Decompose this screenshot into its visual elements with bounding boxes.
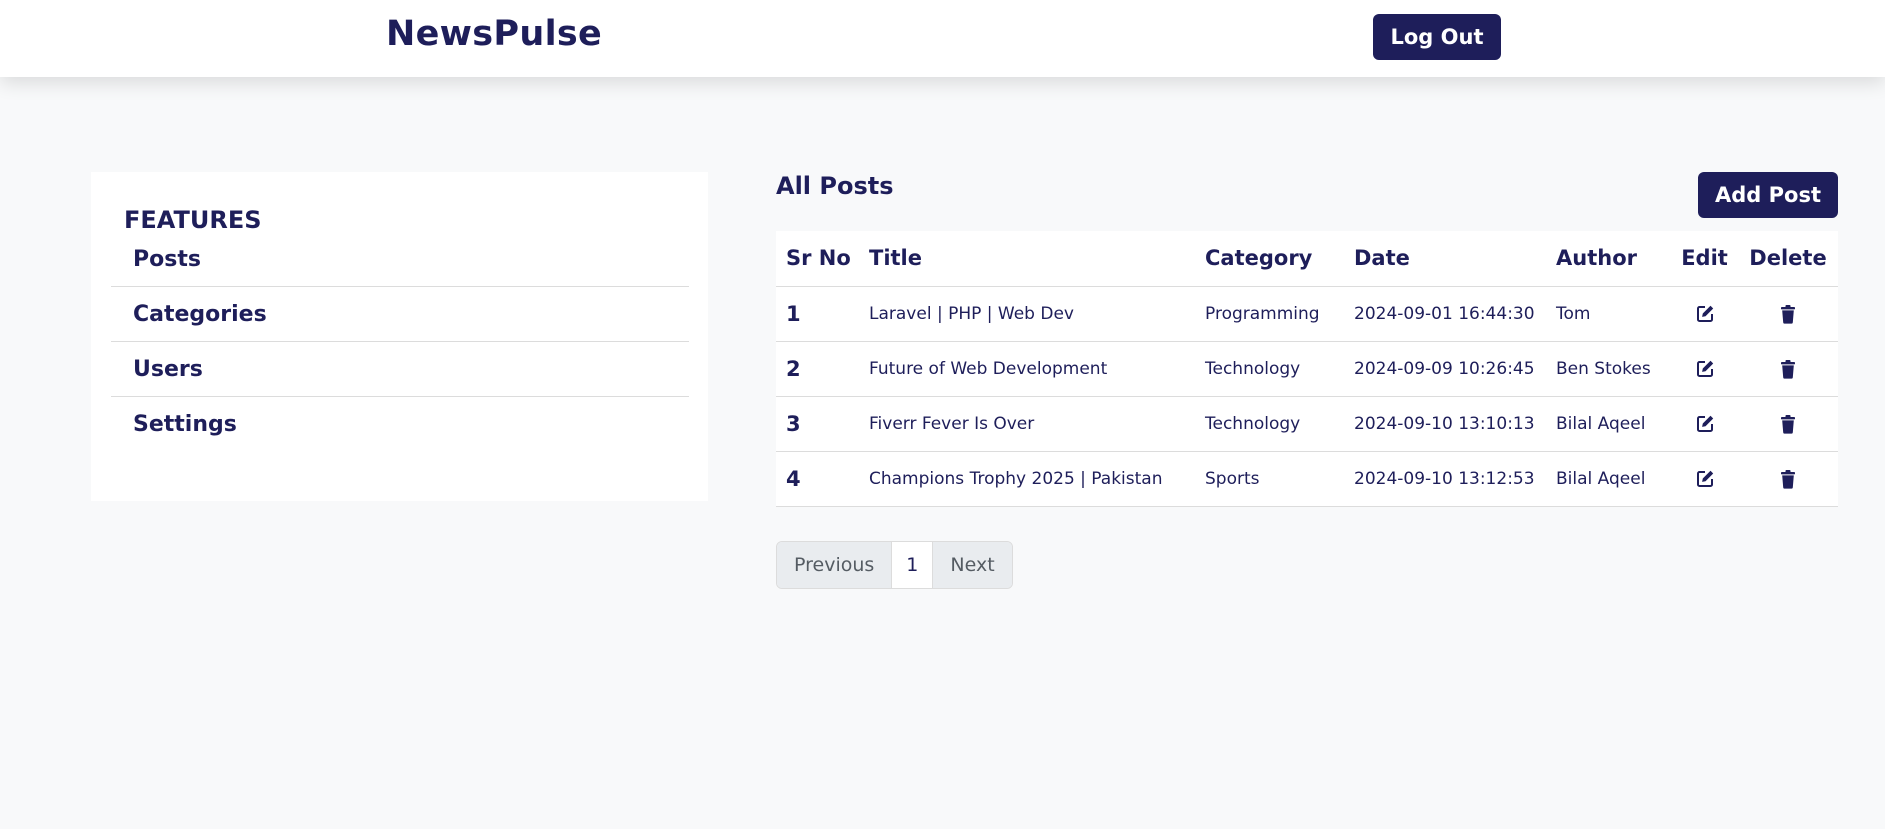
column-header-edit: Edit <box>1671 231 1738 287</box>
row-edit-cell <box>1671 451 1738 507</box>
features-heading: FEATURES <box>124 206 262 234</box>
table-row: 3 Fiverr Fever Is Over Technology 2024-0… <box>776 396 1838 452</box>
trash-icon[interactable] <box>1777 413 1799 435</box>
row-delete-cell <box>1738 451 1838 507</box>
trash-icon[interactable] <box>1777 468 1799 490</box>
row-date: 2024-09-01 16:44:30 <box>1344 286 1546 342</box>
sidebar-item-settings[interactable]: Settings <box>111 397 689 452</box>
trash-icon[interactable] <box>1777 358 1799 380</box>
row-date: 2024-09-10 13:10:13 <box>1344 396 1546 452</box>
row-title: Future of Web Development <box>859 341 1195 397</box>
edit-icon[interactable] <box>1694 303 1716 325</box>
table-row: 4 Champions Trophy 2025 | Pakistan Sport… <box>776 451 1838 507</box>
edit-icon[interactable] <box>1694 358 1716 380</box>
column-header-author: Author <box>1546 231 1671 287</box>
row-edit-cell <box>1671 286 1738 342</box>
row-sr-no: 2 <box>776 341 859 397</box>
row-category: Technology <box>1195 396 1344 452</box>
row-author: Bilal Aqeel <box>1546 396 1671 452</box>
row-delete-cell <box>1738 286 1838 342</box>
column-header-date: Date <box>1344 231 1546 287</box>
row-sr-no: 1 <box>776 286 859 342</box>
page-number-button[interactable]: 1 <box>891 542 934 588</box>
sidebar-item-categories[interactable]: Categories <box>111 287 689 342</box>
row-date: 2024-09-09 10:26:45 <box>1344 341 1546 397</box>
row-sr-no: 4 <box>776 451 859 507</box>
posts-table: Sr No Title Category Date Author Edit De… <box>776 231 1838 507</box>
row-delete-cell <box>1738 396 1838 452</box>
table-row: 2 Future of Web Development Technology 2… <box>776 341 1838 397</box>
row-category: Technology <box>1195 341 1344 397</box>
row-category: Sports <box>1195 451 1344 507</box>
row-category: Programming <box>1195 286 1344 342</box>
column-header-delete: Delete <box>1738 231 1838 287</box>
row-author: Tom <box>1546 286 1671 342</box>
brand-logo[interactable]: NewsPulse <box>386 14 602 54</box>
row-author: Ben Stokes <box>1546 341 1671 397</box>
sidebar-item-posts[interactable]: Posts <box>111 232 689 287</box>
pagination: Previous 1 Next <box>776 541 1013 589</box>
column-header-category: Category <box>1195 231 1344 287</box>
edit-icon[interactable] <box>1694 413 1716 435</box>
column-header-title: Title <box>859 231 1195 287</box>
page-title: All Posts <box>776 172 894 200</box>
row-title: Fiverr Fever Is Over <box>859 396 1195 452</box>
table-row: 1 Laravel | PHP | Web Dev Programming 20… <box>776 286 1838 342</box>
previous-page-button[interactable]: Previous <box>777 542 892 588</box>
sidebar: FEATURES Posts Categories Users Settings <box>91 172 708 501</box>
row-edit-cell <box>1671 341 1738 397</box>
sidebar-item-users[interactable]: Users <box>111 342 689 397</box>
edit-icon[interactable] <box>1694 468 1716 490</box>
row-date: 2024-09-10 13:12:53 <box>1344 451 1546 507</box>
add-post-button[interactable]: Add Post <box>1698 172 1838 218</box>
logout-button[interactable]: Log Out <box>1373 14 1501 60</box>
next-page-button[interactable]: Next <box>933 542 1012 588</box>
row-title: Laravel | PHP | Web Dev <box>859 286 1195 342</box>
top-navbar: NewsPulse Log Out <box>0 0 1885 77</box>
row-author: Bilal Aqeel <box>1546 451 1671 507</box>
row-edit-cell <box>1671 396 1738 452</box>
row-delete-cell <box>1738 341 1838 397</box>
sidebar-menu: Posts Categories Users Settings <box>111 232 689 452</box>
table-header-row: Sr No Title Category Date Author Edit De… <box>776 231 1838 287</box>
trash-icon[interactable] <box>1777 303 1799 325</box>
row-sr-no: 3 <box>776 396 859 452</box>
row-title: Champions Trophy 2025 | Pakistan <box>859 451 1195 507</box>
column-header-sr-no: Sr No <box>776 231 859 287</box>
